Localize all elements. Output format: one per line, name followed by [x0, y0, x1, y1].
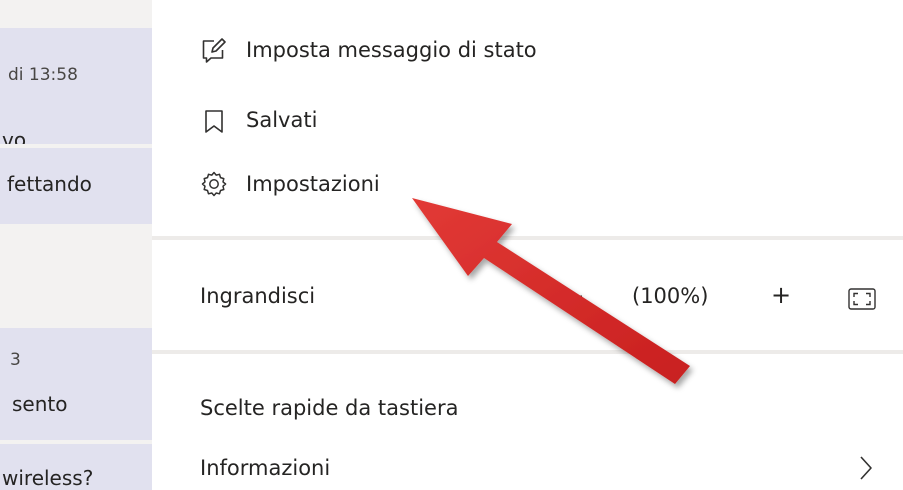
zoom-level-value: (100%) — [632, 284, 709, 308]
profile-menu: Imposta messaggio di stato Salvati Impos… — [152, 0, 903, 490]
zoom-label: Ingrandisci — [200, 284, 316, 308]
about-label: Informazioni — [200, 456, 331, 480]
menu-item-settings[interactable]: Impostazioni — [152, 160, 903, 210]
menu-divider — [152, 236, 903, 240]
zoom-out-button[interactable]: — — [562, 283, 583, 307]
chat-list-item[interactable]: fettando — [0, 148, 152, 224]
menu-item-zoom: Ingrandisci — (100%) + — [152, 272, 903, 324]
menu-divider — [152, 350, 903, 354]
chat-list-panel: di 13:58 vo fettando 3 sento wireless? — [0, 0, 152, 490]
menu-item-set-status[interactable]: Imposta messaggio di stato — [152, 28, 903, 78]
menu-item-saved[interactable]: Salvati — [152, 98, 903, 148]
zoom-in-button[interactable]: + — [771, 281, 791, 309]
keyboard-shortcuts-label: Scelte rapide da tastiera — [200, 396, 459, 420]
chat-item-preview: wireless? — [2, 466, 94, 490]
set-status-label: Imposta messaggio di stato — [246, 38, 537, 62]
chat-list-item[interactable]: di 13:58 vo — [0, 28, 152, 144]
menu-item-keyboard-shortcuts[interactable]: Scelte rapide da tastiera — [152, 386, 903, 436]
chat-item-preview: sento — [12, 392, 68, 416]
gear-icon — [200, 170, 228, 202]
fullscreen-icon[interactable] — [848, 288, 876, 314]
menu-item-about[interactable]: Informazioni — [152, 446, 903, 490]
settings-label: Impostazioni — [246, 172, 380, 196]
edit-status-icon — [200, 38, 228, 68]
chat-list-item[interactable]: 3 sento — [0, 328, 152, 440]
chat-list-item[interactable]: wireless? — [0, 444, 152, 490]
chat-item-time: di 13:58 — [8, 65, 78, 85]
chat-item-preview: fettando — [7, 172, 92, 196]
chat-item-time: 3 — [10, 350, 21, 370]
bookmark-icon — [204, 109, 224, 139]
saved-label: Salvati — [246, 108, 318, 132]
chat-item-preview: vo — [2, 128, 27, 144]
chevron-right-icon — [858, 454, 874, 486]
